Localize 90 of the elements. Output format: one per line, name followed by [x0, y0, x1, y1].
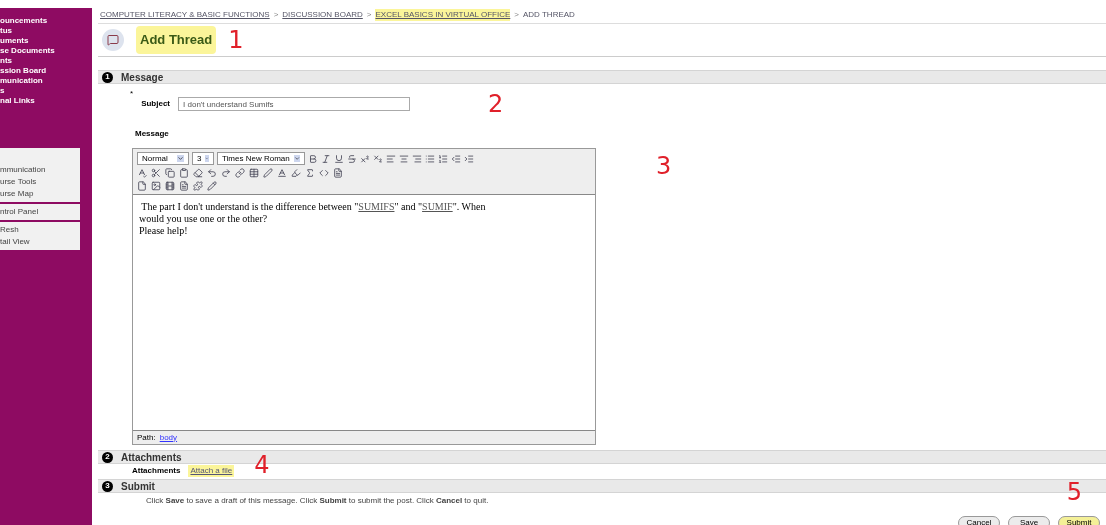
file-icon[interactable] [137, 181, 147, 191]
breadcrumb-separator: > [514, 9, 519, 21]
sidebar-link[interactable]: ssion Board [0, 66, 92, 75]
sidebar-link[interactable]: s [0, 86, 92, 95]
toolbar-dropdown[interactable]: Times New Roman [217, 152, 305, 165]
subject-field[interactable]: I don't understand Sumifs [178, 97, 411, 111]
sidebar-link[interactable]: munication [0, 76, 92, 85]
undo-icon[interactable] [207, 168, 217, 178]
document-icon[interactable] [333, 168, 343, 178]
field-label: Message [134, 128, 170, 140]
align-center-icon[interactable] [399, 153, 409, 164]
document-icon[interactable] [179, 181, 189, 191]
sidebar-link[interactable]: tus [0, 26, 92, 35]
sidebar-link[interactable]: se Documents [0, 46, 92, 55]
italic-icon[interactable] [321, 153, 331, 164]
sidebar-link[interactable]: uments [0, 36, 92, 45]
path-link[interactable]: body [159, 431, 178, 444]
path-label: Path: [137, 431, 156, 444]
form-button[interactable]: Submit [1058, 516, 1100, 525]
annotation-number: 1 [228, 25, 244, 56]
strikethrough-icon[interactable] [347, 153, 357, 164]
step-number: 1 [102, 71, 113, 83]
step-number: 3 [102, 480, 113, 492]
outdent-icon[interactable] [451, 153, 461, 164]
superscript-icon[interactable] [360, 153, 370, 164]
sidebar-link[interactable]: nts [0, 56, 92, 65]
indent-icon[interactable] [464, 153, 474, 164]
eraser-icon[interactable] [193, 168, 203, 178]
breadcrumb-link[interactable]: COMPUTER LITERACY & BASIC FUNCTIONS [100, 9, 270, 21]
film-icon[interactable] [165, 181, 175, 191]
annotation-number: 2 [488, 90, 504, 118]
attach-file-link[interactable]: Attach a file [188, 464, 235, 477]
breadcrumb-link[interactable]: DISCUSSION BOARD [282, 9, 363, 21]
form-button[interactable]: Save [1008, 516, 1050, 525]
annotation-number: 4 [254, 450, 270, 479]
copy-icon[interactable] [165, 168, 175, 178]
numbered-list-icon[interactable] [438, 153, 448, 164]
sidebar-link[interactable]: nal Links [0, 96, 92, 105]
sidebar-link[interactable]: Resh [0, 224, 80, 236]
puzzle-icon[interactable] [193, 181, 203, 191]
message-body[interactable]: The part I don't understand is the difference between "SUMIFS" and "SUMIF". When would you use one or the other? Please help! [133, 194, 595, 431]
sidebar-link[interactable]: urse Tools [0, 176, 80, 188]
required-mark: * [130, 88, 134, 100]
message-line: The part I don't understand is the difference between "SUMIFS" and "SUMIF". When [140, 201, 487, 213]
bold-icon[interactable] [308, 153, 318, 164]
sidebar-link[interactable]: ntrol Panel [0, 206, 80, 218]
align-left-icon[interactable] [386, 153, 396, 164]
toolbar-dropdown[interactable]: 3 [192, 152, 214, 165]
form-button[interactable]: Cancel [958, 516, 1000, 525]
caret-icon [293, 155, 300, 162]
highlighter-icon[interactable] [291, 168, 301, 178]
cut-icon[interactable] [151, 168, 161, 178]
annotation-number: 3 [656, 152, 672, 180]
image-icon[interactable] [151, 181, 161, 191]
sidebar-link[interactable]: ouncements [0, 16, 92, 25]
paste-icon[interactable] [179, 168, 189, 178]
annotation-number: 5 [1066, 478, 1082, 506]
submit-instructions: Click Save to save a draft of this message. Click Submit to submit the post. Click Cancel to quit. [146, 495, 489, 507]
spellcheck-icon[interactable] [137, 168, 147, 178]
breadcrumb-separator: > [366, 9, 372, 21]
field-label: Attachments [132, 464, 181, 477]
breadcrumb-separator: > [273, 9, 279, 21]
step-number: 2 [102, 451, 113, 463]
pencil-icon[interactable] [207, 181, 217, 191]
message-line: Please help! [139, 225, 189, 237]
section-title: Attachments [121, 450, 182, 465]
math-icon[interactable] [305, 168, 315, 178]
breadcrumb-link[interactable]: EXCEL BASICS IN VIRTUAL OFFICE [375, 9, 511, 21]
sidebar-link[interactable]: tail View [0, 236, 80, 248]
thread-icon [102, 29, 124, 51]
redo-icon[interactable] [221, 168, 231, 178]
table-icon[interactable] [249, 168, 259, 178]
toolbar-dropdown[interactable]: Normal [137, 152, 189, 165]
section-title: Message [121, 70, 164, 85]
underline-icon[interactable] [334, 153, 344, 164]
link-icon[interactable] [235, 168, 245, 178]
subscript-icon[interactable] [373, 153, 383, 164]
field-label: Subject [141, 98, 171, 110]
message-line: would you use one or the other? [139, 213, 269, 225]
code-icon[interactable] [319, 168, 329, 178]
sidebar-link[interactable]: urse Map [0, 188, 80, 200]
pen-icon[interactable] [263, 168, 273, 178]
text-color-icon[interactable] [277, 168, 287, 178]
caret-icon [205, 155, 209, 162]
sidebar-link[interactable]: mmunication [0, 164, 80, 176]
bullet-list-icon[interactable] [425, 153, 435, 164]
caret-icon [177, 155, 184, 162]
page-title: Add Thread [136, 26, 217, 54]
align-right-icon[interactable] [412, 153, 422, 164]
section-title: Submit [121, 479, 155, 494]
